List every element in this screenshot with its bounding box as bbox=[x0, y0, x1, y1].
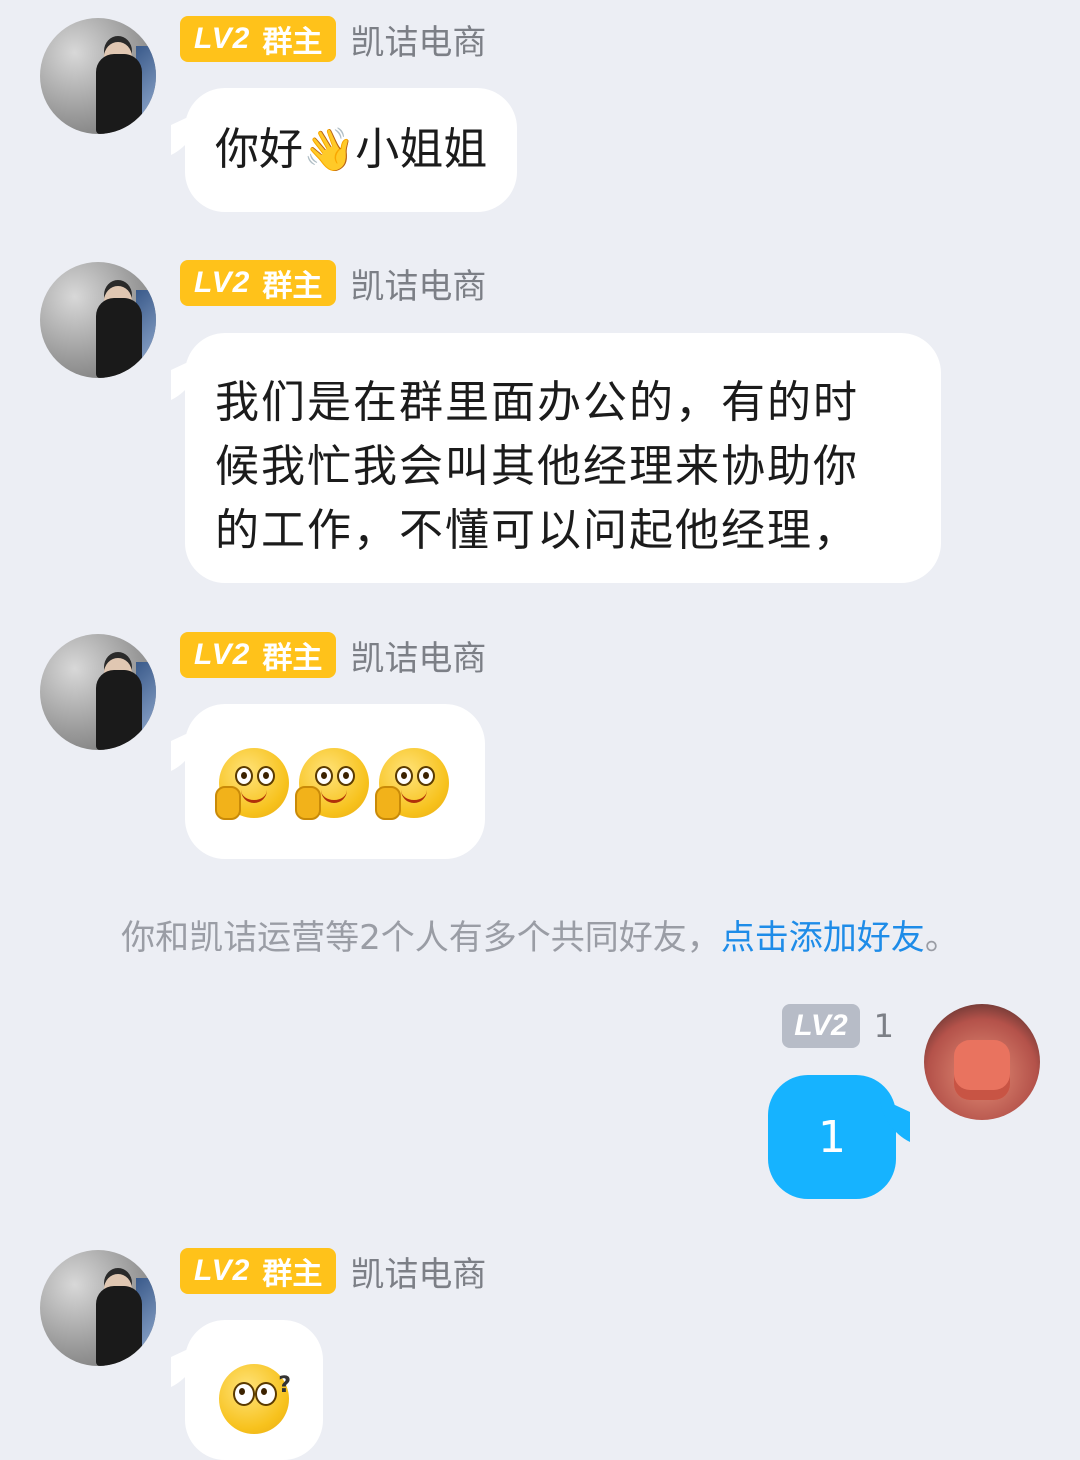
sender-avatar[interactable] bbox=[40, 634, 156, 750]
message-line: 我们是在群里面办公的，有的时 bbox=[215, 377, 859, 428]
waving-hand-icon: 👋 bbox=[303, 125, 356, 174]
owner-badge: LV2 群主 bbox=[180, 260, 337, 306]
sender-meta: LV2 群主 凯诘电商 bbox=[180, 259, 486, 308]
self-message-bubble[interactable]: 1 bbox=[768, 1075, 896, 1199]
message-bubble[interactable] bbox=[185, 704, 485, 859]
confused-face-icon: ? bbox=[219, 1364, 291, 1434]
thinking-face-icon bbox=[215, 748, 289, 820]
owner-badge: LV2 群主 bbox=[180, 16, 337, 62]
sender-name[interactable]: 凯诘电商 bbox=[350, 259, 486, 308]
sender-meta: LV2 群主 凯诘电商 bbox=[180, 631, 486, 680]
owner-badge: LV2 群主 bbox=[180, 632, 337, 678]
sender-avatar[interactable] bbox=[40, 1250, 156, 1366]
sender-avatar[interactable] bbox=[40, 262, 156, 378]
sender-meta: LV2 群主 凯诘电商 bbox=[180, 15, 486, 64]
sender-avatar[interactable] bbox=[40, 18, 156, 134]
self-name[interactable]: 1 bbox=[874, 1007, 894, 1045]
level-badge: LV2 bbox=[782, 1004, 860, 1048]
self-meta: LV2 1 bbox=[782, 1004, 894, 1048]
message-bubble[interactable]: ? bbox=[185, 1320, 323, 1460]
sender-name[interactable]: 凯诘电商 bbox=[350, 15, 486, 64]
mutual-friends-notice: 你和凯诘运营等2个人有多个共同好友，点击添加好友。 bbox=[121, 918, 959, 958]
owner-badge: LV2 群主 bbox=[180, 1248, 337, 1294]
thinking-face-icon bbox=[375, 748, 449, 820]
sender-name[interactable]: 凯诘电商 bbox=[350, 1247, 486, 1296]
message-line: 的工作，不懂可以问起他经理， bbox=[215, 505, 859, 556]
message-bubble[interactable]: 我们是在群里面办公的，有的时 候我忙我会叫其他经理来协助你 的工作，不懂可以问起… bbox=[185, 333, 941, 583]
self-avatar[interactable] bbox=[924, 1004, 1040, 1120]
message-line: 候我忙我会叫其他经理来协助你 bbox=[215, 441, 859, 492]
sender-meta: LV2 群主 凯诘电商 bbox=[180, 1247, 486, 1296]
add-friend-link[interactable]: 点击添加好友 bbox=[721, 918, 925, 958]
message-bubble[interactable]: 你好 👋 小姐姐 bbox=[185, 88, 518, 212]
thinking-face-icon bbox=[295, 748, 369, 820]
sender-name[interactable]: 凯诘电商 bbox=[350, 631, 486, 680]
